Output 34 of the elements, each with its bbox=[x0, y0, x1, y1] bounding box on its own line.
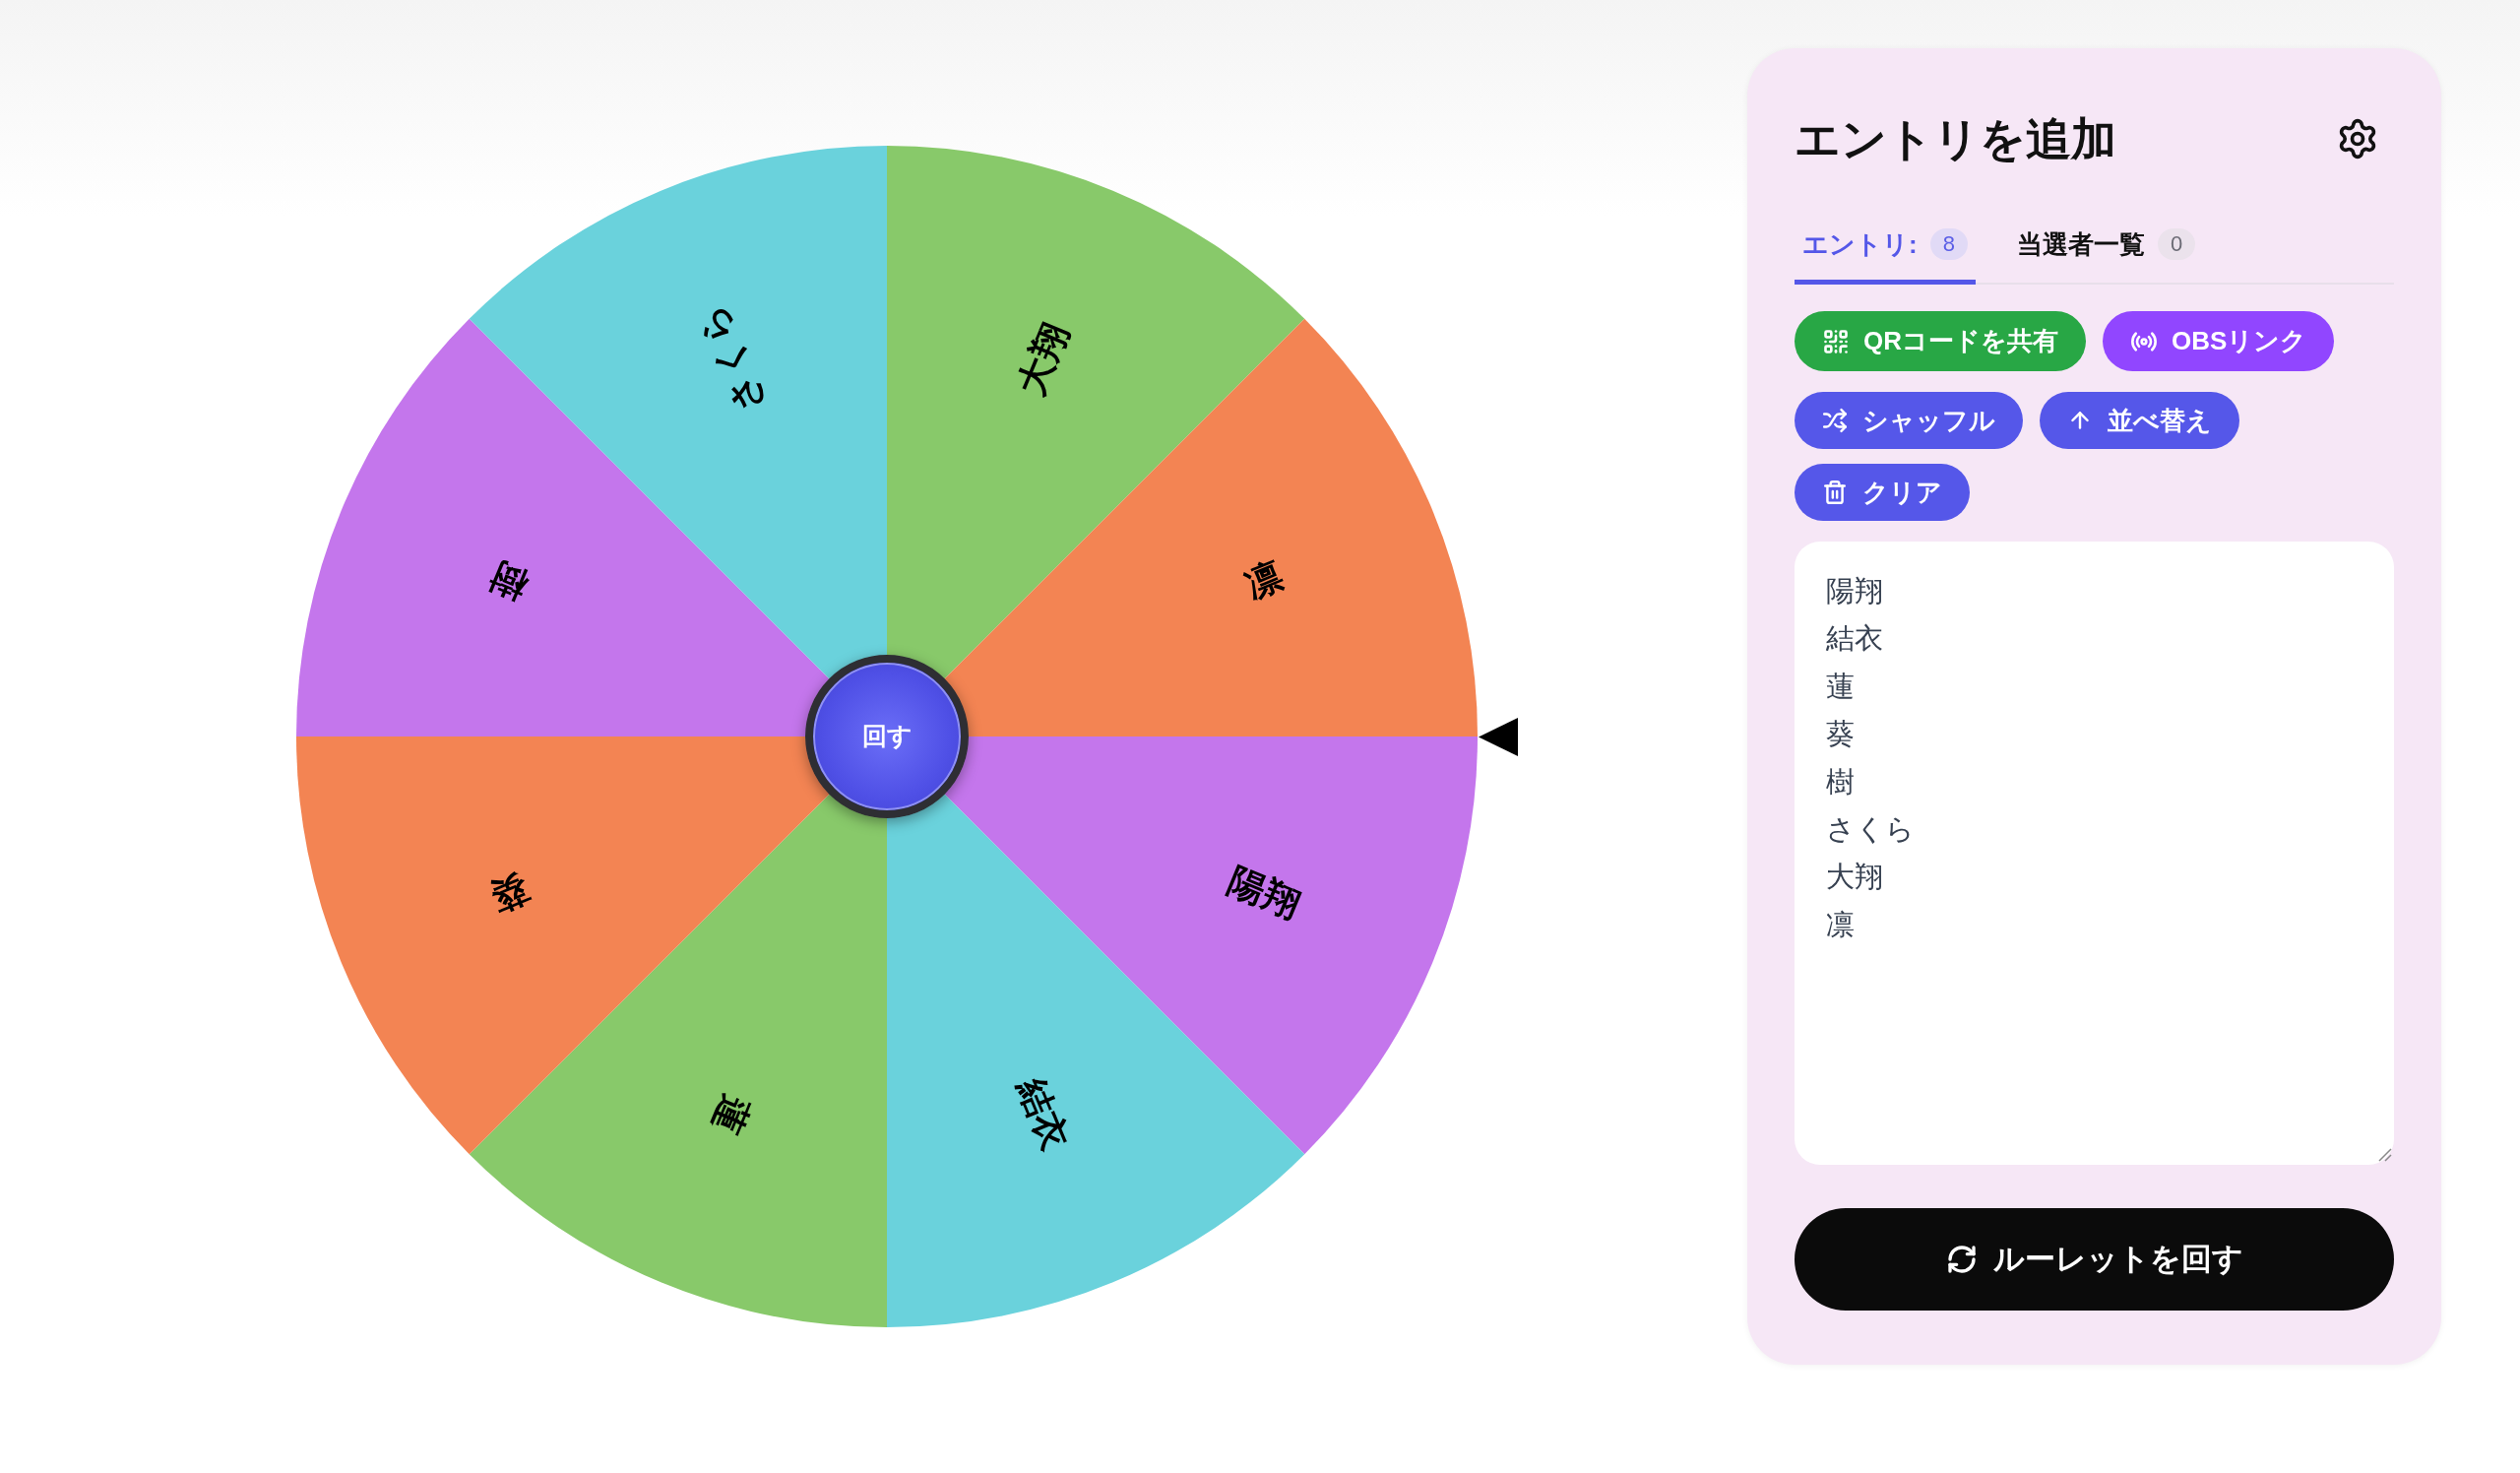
pointer-icon bbox=[1479, 717, 1518, 756]
entry-line: 凛 bbox=[1826, 907, 1855, 942]
resize-handle-icon[interactable] bbox=[2378, 1148, 2392, 1162]
wheel-label: 陽翔 bbox=[1223, 860, 1306, 926]
sort-button[interactable]: 並べ替え bbox=[2040, 392, 2239, 449]
wheel-label: 樹 bbox=[484, 554, 535, 607]
entry-line: 樹 bbox=[1826, 764, 1855, 800]
entry-line: 陽翔 bbox=[1826, 574, 1883, 608]
wheel-label: 凛 bbox=[1239, 554, 1290, 607]
panel-title: エントリを追加 bbox=[1795, 112, 2116, 166]
entry-line: 結衣 bbox=[1826, 621, 1883, 657]
count-badge: 0 bbox=[2157, 228, 2196, 260]
entry-line: 葵 bbox=[1826, 717, 1855, 752]
count-badge: 8 bbox=[1929, 228, 1968, 260]
share-qr-button[interactable]: QRコードを共有 bbox=[1795, 311, 2086, 371]
trash-icon bbox=[1822, 480, 1848, 505]
wheel-label: 葵 bbox=[484, 866, 535, 919]
refresh-icon bbox=[1945, 1244, 1978, 1275]
wheel-label: 大翔 bbox=[1010, 317, 1076, 401]
entries-field[interactable]: 陽翔 結衣 蓮 葵 樹 さくら 大翔 凛 bbox=[1795, 542, 2394, 1165]
shuffle-button[interactable]: シャッフル bbox=[1795, 392, 2023, 449]
link-button[interactable]: OBSリンク bbox=[2103, 311, 2335, 371]
spin-roulette-button[interactable]: ルーレットを回す bbox=[1795, 1208, 2394, 1311]
wheel-label: 蓮 bbox=[705, 1089, 757, 1139]
entry-line: 大翔 bbox=[1826, 860, 1883, 895]
tab[interactable]: エントリ: 8 bbox=[1795, 222, 1976, 285]
qr-code-icon bbox=[1822, 327, 1850, 355]
shuffle-icon bbox=[1822, 408, 1848, 433]
wheel-label: さくら bbox=[690, 299, 771, 419]
tab[interactable]: 当選者一覧 0 bbox=[2008, 222, 2204, 285]
wheel-label: 結衣 bbox=[1010, 1072, 1076, 1156]
entry-line: さくら bbox=[1826, 812, 1915, 848]
entry-line: 蓮 bbox=[1826, 669, 1855, 704]
clear-button[interactable]: クリア bbox=[1795, 464, 1970, 521]
